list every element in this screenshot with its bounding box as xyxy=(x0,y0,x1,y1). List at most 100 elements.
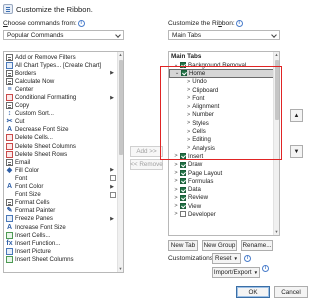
import-export-button[interactable]: Import/Export ▼ xyxy=(212,267,260,278)
remove-button[interactable]: << Remove xyxy=(130,159,163,170)
tab-checkbox[interactable] xyxy=(180,203,186,210)
delete-columns-icon xyxy=(6,142,13,150)
tab-checkbox[interactable] xyxy=(180,194,186,201)
commands-list: Add or Remove Filters All Chart Types... … xyxy=(4,53,118,263)
choose-commands-dropdown[interactable]: Popular Commands xyxy=(3,30,124,40)
scroll-down-icon[interactable]: ▼ xyxy=(118,266,123,272)
list-item[interactable]: fx Insert Function... xyxy=(4,239,118,247)
list-item[interactable]: Copy xyxy=(4,102,118,110)
font-color-icon: A xyxy=(6,183,13,191)
list-item[interactable]: ↕ Custom Sort... xyxy=(4,110,118,118)
tab-checkbox[interactable] xyxy=(180,170,186,176)
ok-button[interactable]: OK xyxy=(236,286,270,298)
expand-icon[interactable]: > xyxy=(173,203,179,209)
tree-tab-item[interactable]: > Review xyxy=(169,194,275,202)
tab-checkbox[interactable] xyxy=(180,178,186,185)
tree-tab-item[interactable]: > Draw xyxy=(169,161,275,169)
info-icon[interactable]: i xyxy=(244,255,251,262)
dialog-title: Customize the Ribbon. xyxy=(16,4,93,14)
list-item[interactable]: Format Cells xyxy=(4,199,118,207)
cancel-button[interactable]: Cancel xyxy=(274,286,308,298)
list-item[interactable]: Insert Cells... xyxy=(4,231,118,239)
new-group-label: New Group xyxy=(203,242,236,249)
list-item[interactable]: Delete Sheet Rows xyxy=(4,150,118,158)
info-icon[interactable]: i xyxy=(77,20,85,27)
move-down-button[interactable]: ▼ xyxy=(290,145,303,158)
info-icon[interactable]: i xyxy=(235,20,243,27)
list-item[interactable]: A Increase Font Size xyxy=(4,223,118,231)
expand-icon[interactable]: > xyxy=(173,187,179,193)
calculator-icon xyxy=(6,77,13,85)
expand-icon[interactable]: > xyxy=(173,211,179,217)
scroll-down-icon[interactable]: ▼ xyxy=(274,229,279,235)
list-item[interactable]: ✎ Format Painter xyxy=(4,207,118,215)
picture-icon xyxy=(6,247,13,255)
expand-icon[interactable]: > xyxy=(173,195,179,201)
list-item-label: Font Size xyxy=(15,191,41,199)
expand-icon[interactable]: > xyxy=(173,162,179,168)
tab-checkbox[interactable] xyxy=(180,186,186,193)
delete-cells-icon xyxy=(6,134,13,142)
choose-commands-dropdown-value: Popular Commands xyxy=(7,31,64,39)
tree-tab-item[interactable]: > Formulas xyxy=(169,177,275,185)
expand-icon[interactable]: > xyxy=(173,178,179,184)
list-item[interactable]: Email xyxy=(4,158,118,166)
customize-ribbon-dropdown[interactable]: Main Tabs xyxy=(168,30,280,40)
list-item[interactable]: Insert Sheet Columns xyxy=(4,255,118,263)
commands-listbox[interactable]: Add or Remove Filters All Chart Types... … xyxy=(3,51,124,273)
combo-box-icon xyxy=(110,175,116,182)
scroll-up-icon[interactable]: ▲ xyxy=(118,52,123,58)
list-item-label: Increase Font Size xyxy=(15,223,66,231)
scroll-thumb[interactable] xyxy=(119,60,123,155)
triangle-up-icon: ▲ xyxy=(293,112,300,119)
list-item[interactable]: Add or Remove Filters xyxy=(4,53,118,61)
submenu-arrow-icon: ▶ xyxy=(110,70,114,77)
list-item[interactable]: Freeze Panes ▶ xyxy=(4,215,118,223)
info-icon[interactable]: i xyxy=(262,265,269,272)
tab-checkbox[interactable] xyxy=(180,161,186,168)
list-item-label: Format Cells xyxy=(15,199,50,207)
list-item[interactable]: ≡ Center xyxy=(4,85,118,93)
tree-tab-item[interactable]: > Data xyxy=(169,185,275,193)
reset-button[interactable]: Reset ▼ xyxy=(212,253,241,264)
list-item[interactable]: Delete Sheet Columns xyxy=(4,142,118,150)
tab-checkbox[interactable] xyxy=(180,211,186,218)
tree-tab-item[interactable]: > Page Layout xyxy=(169,169,275,177)
list-item[interactable]: A Font Color ▶ xyxy=(4,183,118,191)
list-item[interactable]: Calculate Now xyxy=(4,77,118,85)
list-item-label: Insert Sheet Columns xyxy=(15,255,74,263)
list-item-label: Font Color xyxy=(15,183,44,191)
dialog-title-bar: Customize the Ribbon. xyxy=(3,2,93,16)
new-tab-button[interactable]: New Tab xyxy=(168,240,198,251)
cancel-label: Cancel xyxy=(281,288,301,296)
list-item-label: Custom Sort... xyxy=(15,110,54,118)
move-up-button[interactable]: ▲ xyxy=(290,109,303,122)
list-item-label: Decrease Font Size xyxy=(15,126,69,134)
list-item-label: Center xyxy=(15,85,34,93)
list-item[interactable]: ◆ Fill Color ▶ xyxy=(4,166,118,174)
list-item[interactable]: Borders ▶ xyxy=(4,69,118,77)
expand-icon[interactable]: > xyxy=(173,170,179,176)
list-item[interactable]: A Decrease Font Size xyxy=(4,126,118,134)
list-item[interactable]: Conditional Formatting ▶ xyxy=(4,93,118,102)
list-item[interactable]: Insert Picture xyxy=(4,247,118,255)
submenu-arrow-icon: ▶ xyxy=(110,183,114,190)
commands-scrollbar[interactable]: ▲ ▼ xyxy=(117,52,123,272)
add-button[interactable]: Add >> xyxy=(130,146,163,157)
highlight-box xyxy=(160,66,282,160)
list-item[interactable]: Font Size xyxy=(4,191,118,199)
rename-button[interactable]: Rename... xyxy=(241,240,273,251)
list-item-label: Conditional Formatting xyxy=(15,94,77,102)
list-item[interactable]: ✂ Cut xyxy=(4,118,118,126)
list-item-label: Delete Sheet Rows xyxy=(15,150,68,158)
tree-tab-label: Page Layout xyxy=(188,169,223,177)
list-item[interactable]: Delete Cells... xyxy=(4,134,118,142)
list-item[interactable]: Font xyxy=(4,174,118,182)
customizations-label-text: Customizations: xyxy=(168,255,215,262)
tree-tab-item[interactable]: > Developer xyxy=(169,210,275,218)
tree-tab-item[interactable]: > View xyxy=(169,202,275,210)
scroll-up-icon[interactable]: ▲ xyxy=(274,52,279,58)
new-group-button[interactable]: New Group xyxy=(202,240,237,251)
list-item[interactable]: All Chart Types... [Create Chart] xyxy=(4,61,118,69)
combo-box-icon xyxy=(110,191,116,198)
